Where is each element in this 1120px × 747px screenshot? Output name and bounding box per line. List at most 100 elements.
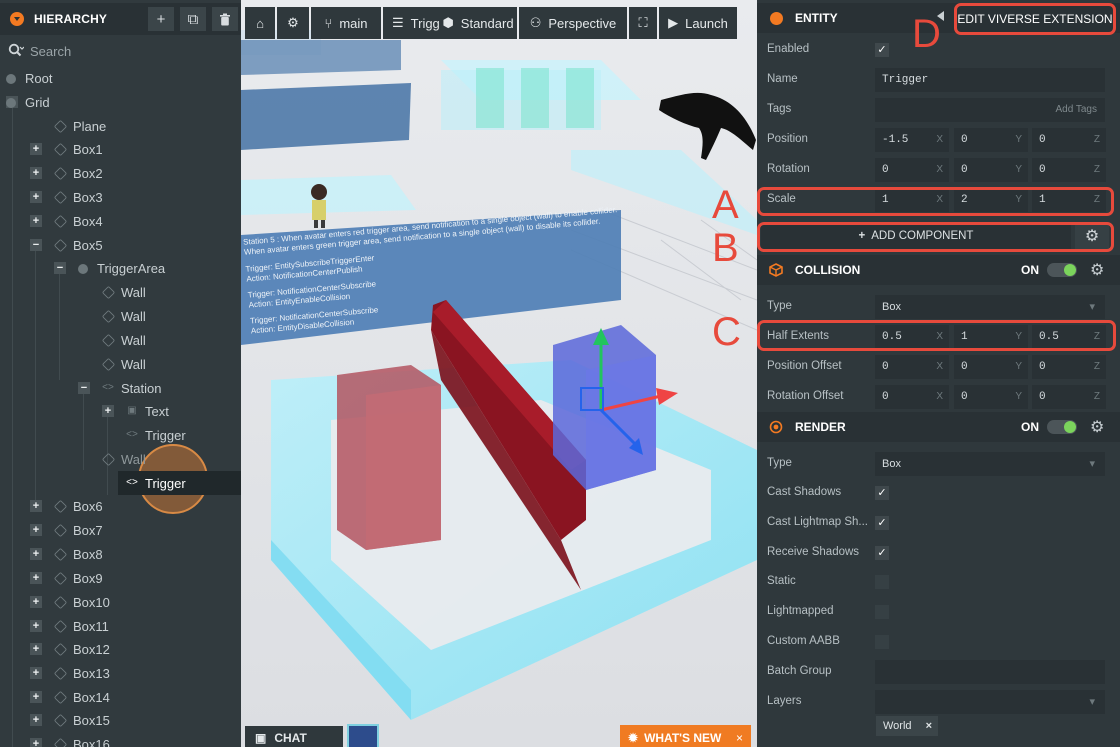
render-toggle[interactable] [1047,420,1077,434]
position-offset-z-field[interactable]: 0Z [1032,355,1106,379]
position-offset-y-field[interactable]: 0Y [954,355,1028,379]
chat-button[interactable]: ▣ CHAT [245,726,343,747]
fullscreen-button[interactable]: ⛶ [629,7,657,39]
layers-select[interactable] [875,690,1105,714]
hierarchy-item-box5[interactable]: − Box5 [0,233,241,257]
expand-icon[interactable]: + [30,596,42,608]
hierarchy-item-grid[interactable]: −Grid [0,90,241,114]
position-y-field[interactable]: 0Y [954,128,1028,152]
delete-entity-button[interactable] [212,7,238,31]
hierarchy-item-trigger[interactable]: <> Trigger [118,471,241,495]
hierarchy-item-wall[interactable]: Wall [0,352,241,376]
expand-icon[interactable]: + [30,500,42,512]
hierarchy-item-trigger[interactable]: <> Trigger [0,423,241,447]
collapse-icon[interactable]: − [78,382,90,394]
expand-icon[interactable]: + [30,167,42,179]
duplicate-entity-button[interactable]: ⧉ [180,7,206,31]
hierarchy-item-box14[interactable]: + Box14 [0,685,241,709]
hierarchy-item-box7[interactable]: + Box7 [0,518,241,542]
settings-button[interactable]: ⚙ [277,7,309,39]
cast-shadows-checkbox[interactable]: ✓ [875,486,889,500]
inspector-panel: ENTITY EDIT VIVERSE EXTENSION Enabled ✓ … [757,0,1120,747]
hierarchy-item-wall[interactable]: Wall [0,447,241,471]
hierarchy-item-station[interactable]: − <> Station [0,376,241,400]
hierarchy-item-box12[interactable]: + Box12 [0,637,241,661]
expand-icon[interactable]: + [30,714,42,726]
expand-icon[interactable]: + [30,738,42,747]
hierarchy-item-box4[interactable]: + Box4 [0,209,241,233]
hierarchy-item-box13[interactable]: + Box13 [0,661,241,685]
collapse-icon[interactable]: − [30,239,42,251]
hierarchy-item-root[interactable]: Root [0,66,241,90]
rotation-z-field[interactable]: 0Z [1032,158,1106,182]
home-button[interactable]: ⌂ [245,7,275,39]
hierarchy-item-wall[interactable]: Wall [0,328,241,352]
hierarchy-item-box1[interactable]: + Box1 [0,137,241,161]
scenes-button[interactable]: ☰ Trigger [383,7,451,39]
render-gear-icon[interactable]: ⚙ [1090,417,1104,437]
add-entity-button[interactable]: + [148,7,174,31]
expand-icon[interactable]: + [102,405,114,417]
expand-icon[interactable]: + [30,691,42,703]
name-field[interactable]: Trigger [875,68,1105,92]
hierarchy-item-wall[interactable]: Wall [0,304,241,328]
render-mode-button[interactable]: ⬢ Standard [439,7,517,39]
whats-new-button[interactable]: ✹ WHAT'S NEW × [620,725,751,747]
collision-type-select[interactable]: Box [875,295,1105,319]
expand-icon[interactable]: + [30,643,42,655]
receive-shadows-checkbox[interactable]: ✓ [875,546,889,560]
tags-field[interactable]: Add Tags [875,98,1105,122]
hierarchy-item-triggerarea[interactable]: − TriggerArea [0,256,241,280]
batch-group-field[interactable] [875,660,1105,684]
hierarchy-item-box3[interactable]: + Box3 [0,185,241,209]
position-z-field[interactable]: 0Z [1032,128,1106,152]
expand-icon[interactable]: + [30,620,42,632]
hierarchy-item-box15[interactable]: + Box15 [0,708,241,732]
collapse-icon[interactable]: − [54,262,66,274]
hierarchy-item-box9[interactable]: + Box9 [0,566,241,590]
hierarchy-item-box2[interactable]: + Box2 [0,161,241,185]
render-type-select[interactable]: Box [875,452,1105,476]
hierarchy-item-box10[interactable]: + Box10 [0,590,241,614]
hierarchy-item-box8[interactable]: + Box8 [0,542,241,566]
hierarchy-item-label: Box1 [73,141,103,157]
scene-viewport[interactable]: Station 5 : When avatar enters red trigg… [241,0,757,747]
search-input[interactable] [30,43,220,59]
branch-button[interactable]: ⑂ main [311,7,381,39]
static-checkbox[interactable] [875,575,889,589]
hierarchy-item-box6[interactable]: + Box6 [0,494,241,518]
rotation-y-field[interactable]: 0Y [954,158,1028,182]
rotation-offset-y-field[interactable]: 0Y [954,385,1028,409]
camera-button[interactable]: ⚇ Perspective [519,7,627,39]
hierarchy-item-box16[interactable]: + Box16 [0,732,241,747]
launch-button[interactable]: ▶ Launch [659,7,737,39]
hierarchy-item-box11[interactable]: + Box11 [0,614,241,638]
hierarchy-item-wall[interactable]: Wall [0,280,241,304]
expand-icon[interactable]: + [30,548,42,560]
expand-icon[interactable]: + [30,215,42,227]
expand-icon[interactable]: + [30,191,42,203]
model-icon [54,120,66,132]
batch-group-label: Batch Group [767,665,832,677]
rotation-offset-z-field[interactable]: 0Z [1032,385,1106,409]
hierarchy-item-plane[interactable]: Plane [0,114,241,138]
hierarchy-item-text[interactable]: + ▣ Text [0,399,241,423]
enabled-checkbox[interactable]: ✓ [875,43,889,57]
expand-icon[interactable]: + [30,143,42,155]
chat-icon: ▣ [255,731,267,745]
collision-gear-icon[interactable]: ⚙ [1090,260,1104,280]
whats-new-close-button[interactable]: × [736,731,743,745]
position-offset-x-field[interactable]: 0X [875,355,949,379]
rotation-x-field[interactable]: 0X [875,158,949,182]
cast-lightmap-checkbox[interactable]: ✓ [875,516,889,530]
expand-icon[interactable]: + [30,572,42,584]
expand-icon[interactable]: + [30,524,42,536]
expand-icon[interactable]: + [30,667,42,679]
position-x-field[interactable]: -1.5 X [875,128,949,152]
layer-tag-remove-button[interactable]: × [926,720,932,732]
user-avatar[interactable] [347,724,379,747]
collision-toggle[interactable] [1047,263,1077,277]
lightmapped-checkbox[interactable] [875,605,889,619]
rotation-offset-x-field[interactable]: 0X [875,385,949,409]
custom-aabb-checkbox[interactable] [875,635,889,649]
